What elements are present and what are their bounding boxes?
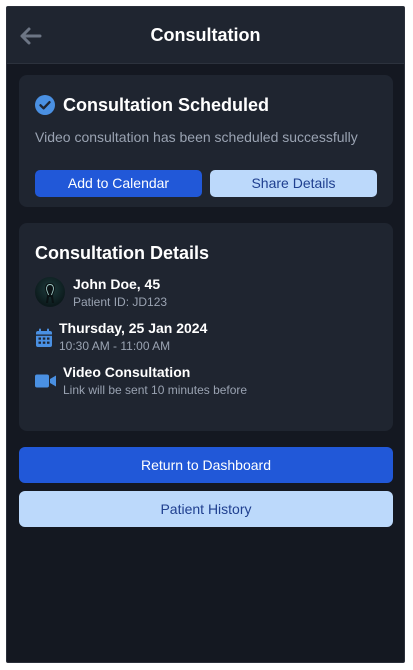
video-camera-icon <box>35 374 56 388</box>
return-to-dashboard-button[interactable]: Return to Dashboard <box>19 447 393 483</box>
consultation-time: 10:30 AM - 11:00 AM <box>59 339 171 353</box>
details-title: Consultation Details <box>35 243 210 263</box>
link-note: Link will be sent 10 minutes before <box>63 383 248 397</box>
patient-name: John Doe, 45 <box>73 276 161 292</box>
schedule-info: Thursday, 25 Jan 2024 10:30 AM - 11:00 A… <box>59 320 207 354</box>
status-message: Video consultation has been scheduled su… <box>35 129 358 145</box>
calendar-icon <box>36 328 52 347</box>
status-title: Consultation Scheduled <box>63 95 270 115</box>
patient-info: John Doe, 45 Patient ID: JD123 <box>73 276 167 310</box>
consultation-type: Video Consultation <box>63 364 191 380</box>
scheduled-status-card: Consultation Scheduled Video consultatio… <box>19 75 393 207</box>
patient-history-button[interactable]: Patient History <box>19 491 393 527</box>
patient-avatar <box>35 277 65 307</box>
consultation-date: Thursday, 25 Jan 2024 <box>59 320 208 336</box>
avatar-image <box>44 283 56 303</box>
app-header: Consultation <box>7 7 404 64</box>
check-circle-icon <box>35 95 55 115</box>
patient-id: Patient ID: JD123 <box>73 295 168 309</box>
app-window: Consultation Consultation Scheduled Vide… <box>6 6 405 663</box>
consultation-details-card: Consultation Details John Doe, 45 Patien… <box>19 223 393 431</box>
add-to-calendar-button[interactable]: Add to Calendar <box>35 170 202 197</box>
consultation-mode-info: Video Consultation Link will be sent 10 … <box>63 364 247 398</box>
page-title: Consultation <box>150 25 261 45</box>
share-details-button[interactable]: Share Details <box>210 170 377 197</box>
status-heading: Consultation Scheduled <box>35 94 269 116</box>
